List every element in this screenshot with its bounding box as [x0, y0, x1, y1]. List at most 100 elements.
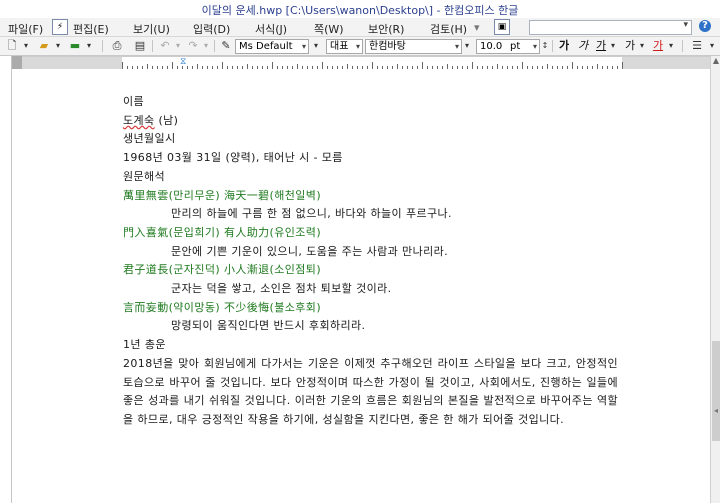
chevron-down-icon: ▾ — [683, 20, 688, 30]
menu-security[interactable]: 보안(R) — [368, 21, 404, 37]
body-paragraph: 2018년을 맞아 회원님에게 다가서는 기운은 이제껏 추구해오던 라이프 스… — [123, 356, 618, 426]
ruler-ticks — [122, 57, 623, 69]
window-title: 이달의 운세.hwp [C:\Users\wanon\Desktop\] - 한… — [201, 4, 519, 17]
underline-button[interactable]: 가 — [594, 39, 608, 53]
menu-bar: 파일(F) ⚡ 편집(E) 보기(U) 입력(D) 서식(J) 쪽(W) 보안(… — [0, 18, 720, 37]
chevron-down-icon[interactable]: ▾ — [311, 39, 321, 53]
text-color-button[interactable]: 가 — [651, 39, 665, 53]
doc-line-hanja: 君子道長(군자진덕) 小人漸退(소인점퇴) — [123, 263, 322, 277]
chevron-down-icon: ▾ — [454, 42, 459, 51]
chevron-down-icon: ▾ — [301, 42, 306, 51]
font-size-unit: pt — [510, 41, 521, 52]
doc-line-translation: 문안에 기쁜 기운이 있으니, 도움을 주는 사람과 만나리라. — [171, 244, 449, 258]
chevron-down-icon[interactable]: ▾ — [84, 39, 94, 53]
ruler-tick — [422, 62, 423, 69]
menu-search-combo[interactable]: ▾ — [529, 20, 692, 35]
preview-icon[interactable]: ▤ — [133, 39, 147, 53]
document-body[interactable]: 이름 도계숙 (남) 생년월일시 1968년 03월 31일 (양력), 태어난… — [123, 69, 618, 430]
italic-button[interactable]: 가 — [576, 39, 590, 53]
menu-more-icon[interactable]: ▾ — [474, 21, 480, 34]
menu-insert[interactable]: 입력(D) — [193, 21, 230, 37]
toolbar-separator — [102, 40, 103, 52]
toolbox-toggle-icon[interactable]: ▣ — [494, 19, 510, 35]
help-icon[interactable]: ? — [699, 20, 711, 32]
misspelled-name: 도계숙 — [123, 113, 155, 127]
toolbar-separator — [152, 40, 153, 52]
doc-line-translation: 만리의 하늘에 구름 한 점 없으니, 바다와 하늘이 푸르구나. — [171, 207, 452, 221]
ruler-tick — [622, 62, 623, 69]
ruler-margin-right — [622, 57, 712, 69]
doc-line-hanja: 門入喜氣(문입희기) 有人助力(유인조력) — [123, 225, 322, 239]
doc-line: 생년월일시 — [123, 132, 176, 146]
chevron-down-icon[interactable]: ▾ — [462, 39, 472, 53]
menu-page[interactable]: 쪽(W) — [314, 21, 344, 37]
open-folder-icon[interactable]: ▰ — [37, 39, 51, 53]
chevron-down-icon: ▾ — [532, 42, 537, 51]
chevron-down-icon[interactable]: ▾ — [637, 39, 647, 53]
doc-line: 원문해석 — [123, 169, 166, 183]
chevron-down-icon: ▾ — [355, 42, 360, 51]
chevron-down-icon[interactable]: ▾ — [21, 39, 31, 53]
vertical-scrollbar[interactable]: ▲ ◂ — [710, 56, 720, 503]
scrollbar-thumb[interactable] — [712, 341, 720, 441]
ruler-tick — [272, 62, 273, 69]
style-icon[interactable]: ✎ — [219, 39, 233, 53]
menu-file[interactable]: 파일(F) — [8, 21, 43, 37]
chevron-down-icon[interactable]: ▾ — [666, 39, 676, 53]
ruler-tick — [222, 62, 223, 69]
ruler-tick — [472, 62, 473, 69]
doc-line: 이름 — [123, 95, 145, 108]
section-heading: 1년 총운 — [123, 338, 166, 352]
redo-icon[interactable]: ↷ — [186, 39, 200, 53]
ruler-margin-left — [22, 57, 122, 69]
menu-view[interactable]: 보기(U) — [133, 21, 170, 37]
ruler-tick — [172, 62, 173, 69]
ruler-tick — [572, 62, 573, 69]
font-value: 한컴바탕 — [369, 41, 406, 52]
chevron-down-icon[interactable]: ▾ — [707, 39, 717, 53]
doc-line-translation: 군자는 덕을 쌓고, 소인은 점차 퇴보할 것이라. — [171, 282, 392, 296]
doc-line-name: 도계숙 (남) — [123, 113, 179, 127]
scroll-up-icon[interactable]: ▲ — [711, 56, 720, 68]
ruler-tick — [122, 62, 123, 69]
toolbar-separator — [214, 40, 215, 52]
font-select[interactable]: 한컴바탕 ▾ — [365, 39, 462, 54]
chevron-down-icon[interactable]: ▾ — [201, 39, 211, 53]
chevron-down-icon[interactable]: ▾ — [173, 39, 183, 53]
ruler-tick — [372, 62, 373, 69]
scroll-grip-icon[interactable]: ◂ — [711, 406, 720, 418]
title-bar: 이달의 운세.hwp [C:\Users\wanon\Desktop\] - 한… — [0, 0, 720, 18]
menu-edit[interactable]: 편집(E) — [73, 21, 109, 37]
doc-line-translation: 망령되이 움직인다면 반드시 후회하리라. — [171, 319, 366, 333]
menu-review[interactable]: 검토(H) — [430, 21, 467, 37]
quick-access-icon[interactable]: ⚡ — [52, 19, 68, 35]
style-select[interactable]: Ms Default ▾ — [235, 39, 309, 54]
style-value: Ms Default — [239, 41, 293, 52]
ruler-tick — [522, 62, 523, 69]
vertical-ruler[interactable] — [0, 56, 12, 503]
align-justify-icon[interactable]: ☰ — [690, 39, 704, 53]
save-icon[interactable]: ▬ — [68, 39, 82, 53]
language-value: 대표 — [330, 41, 349, 52]
document-page[interactable]: 이름 도계숙 (남) 생년월일시 1968년 03월 31일 (양력), 태어난… — [12, 69, 710, 503]
chevron-down-icon[interactable]: ▾ — [608, 39, 618, 53]
ruler-tick — [322, 62, 323, 69]
undo-icon[interactable]: ↶ — [158, 39, 172, 53]
horizontal-ruler[interactable]: ⧖ — [22, 56, 712, 70]
new-document-icon[interactable]: 🗋 — [5, 39, 19, 53]
strikeout-button[interactable]: 가 — [623, 39, 637, 53]
formatting-toolbar: 🗋 ▾ ▰ ▾ ▬ ▾ ⎙ ▤ ↶ ▾ ↷ ▾ ✎ Ms Default ▾ ▾… — [0, 37, 720, 56]
language-select[interactable]: 대표 ▾ — [326, 39, 363, 54]
font-size-value: 10.0 — [480, 41, 503, 52]
spin-icon[interactable]: ↕ — [541, 39, 549, 53]
toolbar-separator — [552, 40, 553, 52]
bold-button[interactable]: 가 — [557, 39, 571, 53]
toolbar-separator — [682, 40, 683, 52]
doc-line-hanja: 言而妄動(약이망동) 不少後悔(불소후회) — [123, 300, 322, 314]
indent-marker-icon[interactable]: ⧖ — [180, 57, 186, 67]
font-size-field[interactable]: 10.0 pt ▾ — [476, 39, 540, 54]
menu-format[interactable]: 서식(J) — [255, 21, 287, 37]
doc-line: 1968년 03월 31일 (양력), 태어난 시 - 모름 — [123, 151, 343, 165]
chevron-down-icon[interactable]: ▾ — [53, 39, 63, 53]
print-icon[interactable]: ⎙ — [110, 39, 124, 53]
